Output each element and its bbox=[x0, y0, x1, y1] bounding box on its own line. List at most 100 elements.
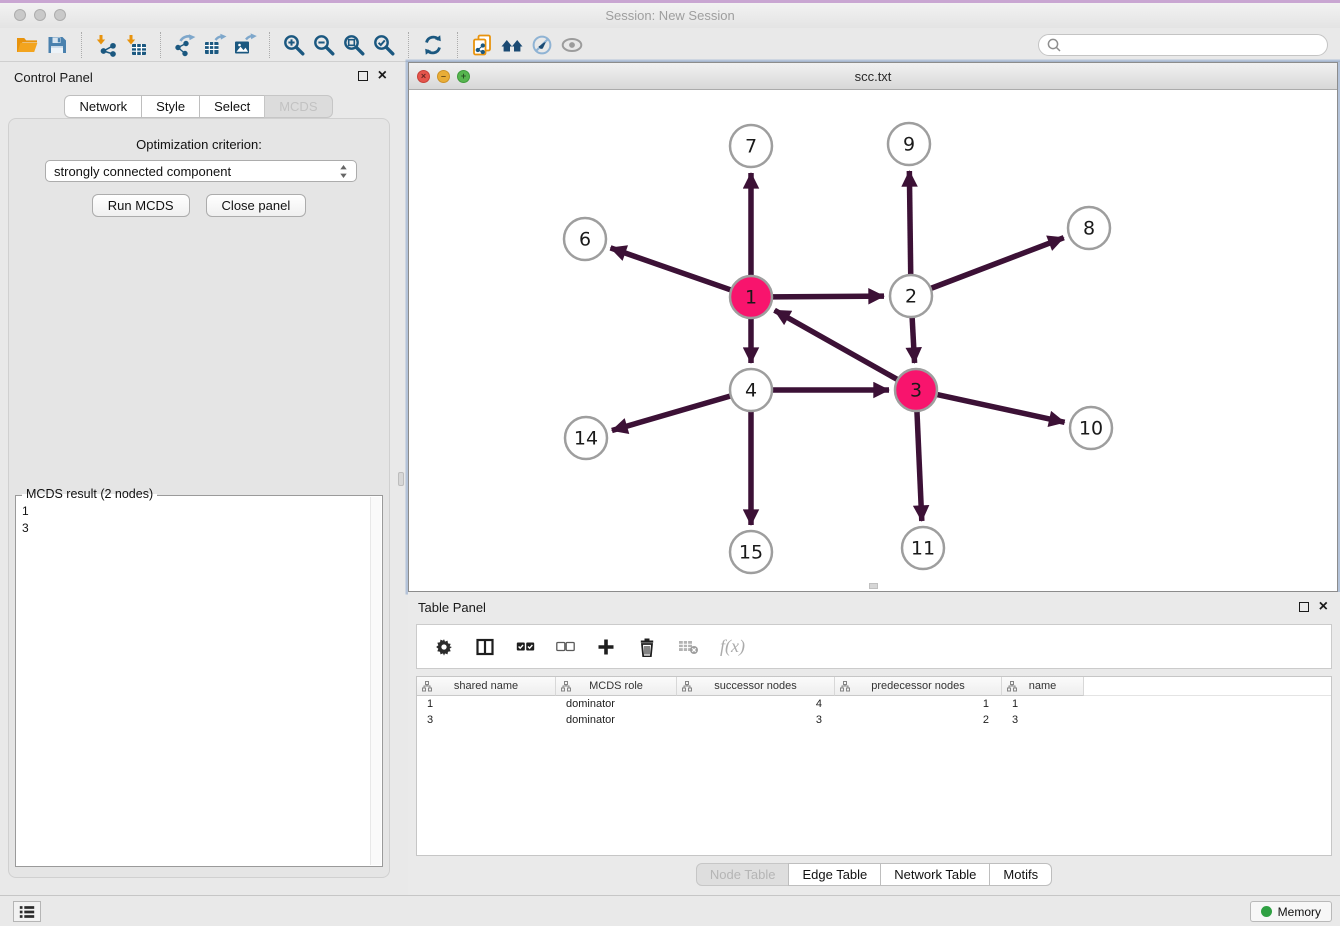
column-header-name[interactable]: name bbox=[1002, 677, 1084, 696]
node-table[interactable]: shared nameMCDS rolesuccessor nodesprede… bbox=[416, 676, 1332, 856]
table-panel: Table Panel × f(x) shared nameMCDS roles… bbox=[408, 592, 1340, 895]
clone-network-button[interactable] bbox=[467, 31, 497, 59]
cell[interactable]: 3 bbox=[417, 714, 556, 726]
network-window-titlebar[interactable]: × – + scc.txt bbox=[409, 63, 1337, 90]
export-image-button[interactable] bbox=[230, 31, 260, 59]
criterion-select[interactable]: strongly connected component bbox=[45, 160, 357, 182]
edge-2-8[interactable] bbox=[931, 238, 1064, 289]
control-panel-header: Control Panel × bbox=[0, 62, 397, 94]
open-session-button[interactable] bbox=[12, 31, 42, 59]
tab-motifs[interactable]: Motifs bbox=[989, 863, 1052, 886]
table-row[interactable]: 3dominator323 bbox=[417, 712, 1331, 728]
node-label-15: 15 bbox=[739, 542, 763, 564]
delete-column-button[interactable] bbox=[637, 637, 657, 657]
refresh-button[interactable] bbox=[418, 31, 448, 59]
network-minimize-button[interactable]: – bbox=[437, 70, 450, 83]
close-panel-button[interactable]: Close panel bbox=[206, 194, 307, 217]
run-mcds-button[interactable]: Run MCDS bbox=[92, 194, 190, 217]
node-label-1: 1 bbox=[745, 287, 757, 309]
minimize-window-button[interactable] bbox=[34, 9, 46, 21]
table-settings-button[interactable] bbox=[434, 637, 454, 657]
edge-2-9[interactable] bbox=[909, 171, 910, 275]
zoom-in-button[interactable] bbox=[279, 31, 309, 59]
export-network-icon bbox=[173, 33, 197, 57]
memory-button[interactable]: Memory bbox=[1250, 901, 1332, 922]
close-panel-icon[interactable]: × bbox=[378, 70, 387, 82]
cell[interactable]: dominator bbox=[556, 698, 677, 710]
close-table-panel-icon[interactable]: × bbox=[1319, 601, 1328, 613]
edge-3-1[interactable] bbox=[775, 310, 898, 379]
close-window-button[interactable] bbox=[14, 9, 26, 21]
float-table-panel-icon[interactable] bbox=[1299, 602, 1309, 612]
add-column-button[interactable] bbox=[596, 637, 616, 657]
search-box[interactable] bbox=[1038, 34, 1328, 56]
network-view-window: × – + scc.txt 7968124314101511 bbox=[408, 62, 1338, 592]
delete-table-button[interactable] bbox=[678, 637, 699, 656]
toolbar-separator bbox=[408, 32, 409, 58]
header-filler bbox=[1084, 677, 1331, 696]
column-header-shared-name[interactable]: shared name bbox=[417, 677, 556, 696]
column-header-predecessor-nodes[interactable]: predecessor nodes bbox=[835, 677, 1002, 696]
network-maximize-button[interactable]: + bbox=[457, 70, 470, 83]
tab-network-table[interactable]: Network Table bbox=[880, 863, 990, 886]
network-canvas[interactable]: 7968124314101511 bbox=[409, 90, 1337, 591]
edge-1-6[interactable] bbox=[610, 248, 731, 290]
table-row[interactable]: 1dominator411 bbox=[417, 696, 1331, 712]
edge-1-2[interactable] bbox=[772, 296, 884, 297]
tab-node-table[interactable]: Node Table bbox=[696, 863, 790, 886]
cell[interactable]: 4 bbox=[677, 698, 835, 710]
bird-eye-view-button[interactable] bbox=[557, 31, 587, 59]
column-header-successor-nodes[interactable]: successor nodes bbox=[677, 677, 835, 696]
cell[interactable]: 1 bbox=[1002, 698, 1084, 710]
zoom-selected-button[interactable] bbox=[369, 31, 399, 59]
function-builder-button[interactable]: f(x) bbox=[720, 636, 745, 657]
edge-2-3[interactable] bbox=[912, 317, 914, 363]
network-close-button[interactable]: × bbox=[417, 70, 430, 83]
network-graph[interactable]: 7968124314101511 bbox=[409, 90, 1337, 591]
maximize-window-button[interactable] bbox=[54, 9, 66, 21]
node-label-14: 14 bbox=[574, 428, 598, 450]
import-table-button[interactable] bbox=[121, 31, 151, 59]
select-all-rows-button[interactable] bbox=[516, 637, 535, 656]
import-network-button[interactable] bbox=[91, 31, 121, 59]
float-panel-icon[interactable] bbox=[358, 71, 368, 81]
column-header-MCDS-role[interactable]: MCDS role bbox=[556, 677, 677, 696]
mcds-result-text[interactable]: 1 3 bbox=[22, 503, 29, 537]
cell[interactable]: 1 bbox=[835, 698, 1002, 710]
mcds-result-group: MCDS result (2 nodes) 1 3 bbox=[15, 495, 383, 867]
column-selector-button[interactable] bbox=[475, 637, 495, 657]
hide-graphics-details-button[interactable] bbox=[527, 31, 557, 59]
zoom-fit-button[interactable] bbox=[339, 31, 369, 59]
edge-4-14[interactable] bbox=[612, 396, 731, 431]
export-table-button[interactable] bbox=[200, 31, 230, 59]
cell[interactable]: dominator bbox=[556, 714, 677, 726]
edge-3-11[interactable] bbox=[917, 411, 922, 521]
task-history-button[interactable] bbox=[13, 901, 41, 922]
cell[interactable]: 1 bbox=[417, 698, 556, 710]
save-session-button[interactable] bbox=[42, 31, 72, 59]
node-table-header: shared nameMCDS rolesuccessor nodesprede… bbox=[417, 677, 1331, 696]
unchecked-boxes-icon bbox=[556, 637, 575, 656]
network-resize-grip[interactable] bbox=[869, 583, 878, 589]
tab-mcds[interactable]: MCDS bbox=[264, 95, 332, 118]
table-panel-tabs: Node TableEdge TableNetwork TableMotifs bbox=[408, 863, 1340, 886]
zoom-in-icon bbox=[282, 33, 306, 57]
cell[interactable]: 3 bbox=[1002, 714, 1084, 726]
tab-edge-table[interactable]: Edge Table bbox=[788, 863, 881, 886]
node-label-4: 4 bbox=[745, 380, 757, 402]
tab-style[interactable]: Style bbox=[141, 95, 200, 118]
result-scrollbar[interactable] bbox=[370, 497, 381, 865]
search-input[interactable] bbox=[1066, 38, 1316, 52]
export-network-button[interactable] bbox=[170, 31, 200, 59]
cell[interactable]: 2 bbox=[835, 714, 1002, 726]
tab-network[interactable]: Network bbox=[64, 95, 142, 118]
panel-splitter-handle[interactable] bbox=[398, 472, 404, 486]
table-toolbar: f(x) bbox=[416, 624, 1332, 669]
tab-select[interactable]: Select bbox=[199, 95, 265, 118]
first-neighbors-button[interactable] bbox=[497, 31, 527, 59]
toolbar-separator bbox=[81, 32, 82, 58]
edge-3-10[interactable] bbox=[937, 394, 1065, 422]
deselect-all-rows-button[interactable] bbox=[556, 637, 575, 656]
cell[interactable]: 3 bbox=[677, 714, 835, 726]
zoom-out-button[interactable] bbox=[309, 31, 339, 59]
